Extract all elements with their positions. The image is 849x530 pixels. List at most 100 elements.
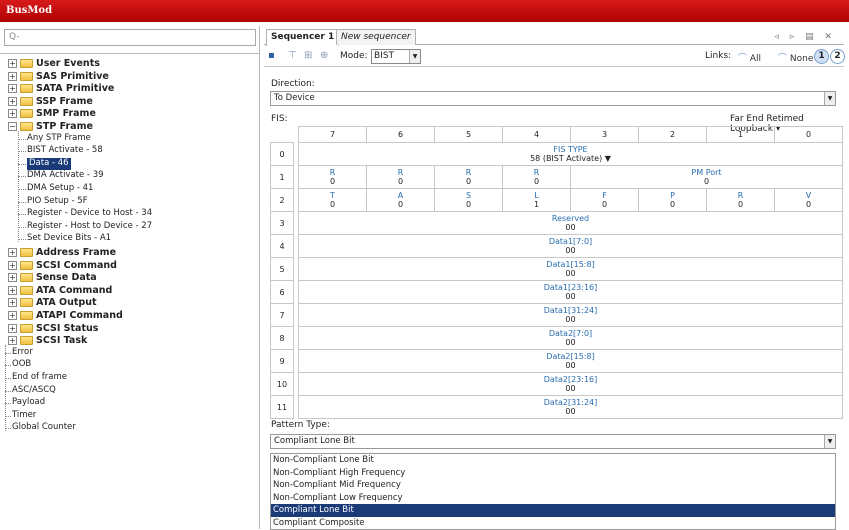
tree-item-data-46[interactable]: Data - 46 [27, 157, 71, 170]
tree-group-sense-data[interactable]: + Sense Data [8, 272, 97, 284]
field-value[interactable]: 0 [299, 177, 366, 186]
tree-group-address-frame[interactable]: + Address Frame [8, 247, 116, 259]
pattern-option[interactable]: Non-Compliant Lone Bit [271, 454, 835, 467]
field-value[interactable]: 0 [707, 200, 774, 209]
field-value[interactable]: 0 [503, 177, 570, 186]
fis-field[interactable]: Data1[23:16] 00 [298, 280, 843, 304]
field-value[interactable]: 00 [299, 223, 842, 232]
tree-group-stp-frame[interactable]: − STP Frame [8, 121, 93, 133]
expand-icon[interactable]: + [8, 311, 17, 320]
expand-icon[interactable]: + [8, 260, 17, 270]
tree-group-scsi-status[interactable]: + SCSI Status [8, 323, 98, 335]
tree-group-scsi-task[interactable]: + SCSI Task [8, 335, 87, 347]
fis-field[interactable]: R0 [434, 165, 503, 189]
fis-field[interactable]: V0 [774, 188, 843, 212]
branch-icon[interactable]: ⊕ [320, 50, 331, 62]
expand-icon[interactable]: + [8, 109, 17, 119]
fis-field[interactable]: L1 [502, 188, 571, 212]
fis-field[interactable]: Reserved 00 [298, 211, 843, 235]
field-value[interactable]: 1 [503, 200, 570, 209]
expand-icon[interactable]: + [8, 298, 17, 308]
field-value[interactable]: 00 [299, 246, 842, 255]
fis-field[interactable]: Data1[15:8] 00 [298, 257, 843, 281]
expand-icon[interactable]: + [8, 96, 17, 106]
tree-item-timer[interactable]: Timer [12, 410, 36, 422]
field-value[interactable]: 0 [435, 200, 502, 209]
field-value[interactable]: 58 (BIST Activate) ▼ [299, 154, 842, 163]
fis-field[interactable]: A0 [366, 188, 435, 212]
fis-field[interactable]: Data2[31:24] 00 [298, 395, 843, 419]
tab-controls[interactable]: ◃ ▹ ▤ ✕ [774, 32, 836, 42]
tree-item-set-device-bits-a1[interactable]: Set Device Bits - A1 [27, 233, 111, 245]
expand-icon[interactable]: + [8, 336, 17, 346]
field-value[interactable]: 00 [299, 315, 842, 324]
pattern-option[interactable]: Non-Compliant Low Frequency [271, 492, 835, 505]
tree-item-oob[interactable]: OOB [12, 359, 31, 371]
expand-icon[interactable]: + [8, 84, 17, 94]
field-value[interactable]: 0 [571, 200, 638, 209]
add-step-icon[interactable]: ⊞ [304, 50, 315, 62]
links-all-option[interactable]: ⌒ All [738, 51, 761, 64]
expand-icon[interactable]: + [8, 248, 17, 257]
chevron-down-icon[interactable]: ▼ [824, 435, 835, 448]
field-value[interactable]: 0 [639, 200, 706, 209]
tab-new-sequencer[interactable]: New sequencer [336, 29, 416, 45]
tree-group-smp-frame[interactable]: + SMP Frame [8, 108, 96, 120]
tree-item-pio-setup-5f[interactable]: PIO Setup - 5F [27, 196, 88, 208]
tree-group-user-events[interactable]: + User Events [8, 58, 100, 70]
link-icon[interactable]: ⊤ [288, 50, 299, 62]
fis-field[interactable]: R0 [706, 188, 775, 212]
fis-field[interactable]: F0 [570, 188, 639, 212]
expand-icon[interactable]: + [8, 273, 17, 283]
field-value[interactable]: 0 [571, 177, 842, 186]
save-icon[interactable]: ▪ [268, 50, 279, 62]
fis-field[interactable]: R0 [298, 165, 367, 189]
fis-field[interactable]: Data1[31:24] 00 [298, 303, 843, 327]
tree-group-scsi-command[interactable]: + SCSI Command [8, 260, 117, 272]
expand-icon[interactable]: − [8, 122, 17, 131]
tree-group-sas-primitive[interactable]: + SAS Primitive [8, 71, 109, 83]
field-value[interactable]: 00 [299, 269, 842, 278]
tree-group-ata-command[interactable]: + ATA Command [8, 285, 112, 297]
tree-item-register-host-to-device-27[interactable]: Register - Host to Device - 27 [27, 221, 152, 233]
expand-icon[interactable]: + [8, 323, 17, 333]
tree-item-error[interactable]: Error [12, 347, 33, 359]
link-1-button[interactable]: 1 [814, 49, 829, 64]
fis-field[interactable]: Data2[15:8] 00 [298, 349, 843, 373]
tree-item-bist-activate-58[interactable]: BIST Activate - 58 [27, 145, 103, 157]
link-2-button[interactable]: 2 [830, 49, 845, 64]
fis-field[interactable]: T0 [298, 188, 367, 212]
fis-field[interactable]: Data2[23:16] 00 [298, 372, 843, 396]
chevron-down-icon[interactable]: ▼ [409, 50, 420, 63]
tree-item-global-counter[interactable]: Global Counter [12, 422, 76, 434]
fis-field[interactable]: Data2[7:0] 00 [298, 326, 843, 350]
field-value[interactable]: 00 [299, 292, 842, 301]
field-value[interactable]: 00 [299, 338, 842, 347]
fis-field[interactable]: FIS TYPE 58 (BIST Activate) ▼ [298, 142, 843, 166]
pattern-option[interactable]: Non-Compliant High Frequency [271, 467, 835, 480]
fis-field[interactable]: R0 [366, 165, 435, 189]
tree-item-payload[interactable]: Payload [12, 397, 45, 409]
tree-group-ssp-frame[interactable]: + SSP Frame [8, 96, 93, 108]
field-value[interactable]: 0 [367, 177, 434, 186]
field-value[interactable]: 0 [435, 177, 502, 186]
field-value[interactable]: 00 [299, 407, 842, 416]
tree-item-dma-activate-39[interactable]: DMA Activate - 39 [27, 170, 104, 182]
fis-field[interactable]: PM Port 0 [570, 165, 843, 189]
pattern-option[interactable]: Non-Compliant Mid Frequency [271, 479, 835, 492]
expand-icon[interactable]: + [8, 71, 17, 81]
tree-item-any-stp-frame[interactable]: Any STP Frame [27, 133, 91, 145]
tree-group-ata-output[interactable]: + ATA Output [8, 297, 97, 309]
pattern-option[interactable]: Compliant Lone Bit [271, 504, 835, 517]
tree-item-register-device-to-host-34[interactable]: Register - Device to Host - 34 [27, 208, 152, 220]
tree-item-end-of-frame[interactable]: End of frame [12, 372, 67, 384]
fis-field[interactable]: S0 [434, 188, 503, 212]
pattern-type-select[interactable]: Compliant Lone Bit ▼ [270, 434, 836, 449]
fis-field[interactable]: P0 [638, 188, 707, 212]
tree-item-dma-setup-41[interactable]: DMA Setup - 41 [27, 183, 93, 195]
fis-field[interactable]: R0 [502, 165, 571, 189]
field-value[interactable]: 0 [299, 200, 366, 209]
field-value[interactable]: 0 [775, 200, 842, 209]
field-value[interactable]: 00 [299, 384, 842, 393]
links-none-option[interactable]: ⌒ None [778, 51, 813, 64]
